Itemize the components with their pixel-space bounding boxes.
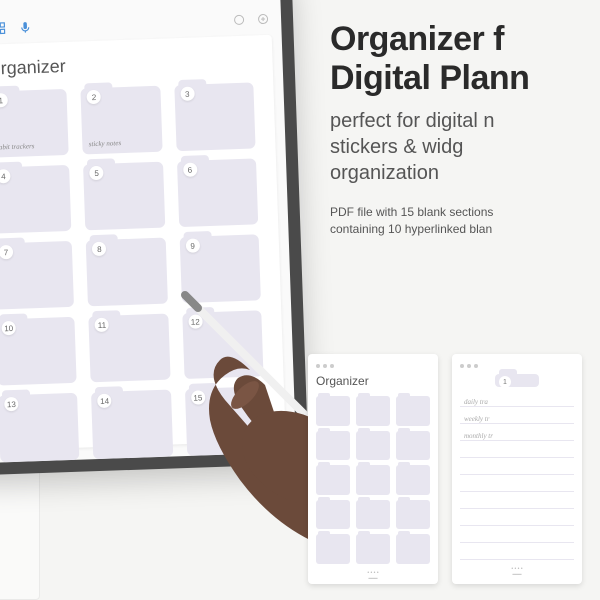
- headline: Organizer f Digital Plann: [330, 20, 600, 98]
- line-row: [460, 446, 574, 458]
- tablet-device-mockup: ••• ✕ Organizer 1 habit trackers 2 stick…: [0, 0, 309, 476]
- folder[interactable]: 12: [182, 311, 264, 380]
- folder[interactable]: 3: [174, 82, 256, 151]
- line-row: [460, 497, 574, 509]
- mini-folder: [316, 465, 350, 495]
- mini-folder: [316, 534, 350, 564]
- folder-number: 3: [180, 87, 194, 101]
- preview-title: Organizer: [316, 374, 430, 388]
- folder[interactable]: 11: [89, 314, 171, 383]
- mini-folder: [316, 396, 350, 426]
- tablet-screen: ••• ✕ Organizer 1 habit trackers 2 stick…: [0, 0, 296, 464]
- preview-thumbnails: Organizer • • • •━━━ 1 daily tra weekly t…: [308, 354, 582, 584]
- mini-folder: [396, 465, 430, 495]
- mini-folder: [396, 500, 430, 530]
- preview-folder-number: 1: [499, 376, 511, 388]
- folder[interactable]: 15: [185, 387, 267, 456]
- grid-icon[interactable]: [0, 21, 7, 35]
- mini-folder: [356, 396, 390, 426]
- pen-icon[interactable]: [202, 0, 216, 1]
- preview-footer: • • • •━━━: [460, 566, 574, 578]
- preview-section-page: 1 daily tra weekly tr monthly tr • • • •━━…: [452, 354, 582, 584]
- folder[interactable]: 5: [83, 162, 165, 231]
- page-title: Organizer: [0, 49, 253, 79]
- folder-grid: 1 habit trackers 2 sticky notes 3 4 5 6 …: [0, 82, 266, 462]
- mini-folder: [396, 396, 430, 426]
- mini-folder: [316, 500, 350, 530]
- folder-number: 6: [183, 163, 197, 177]
- folder[interactable]: 10: [0, 317, 77, 386]
- line-row: [460, 480, 574, 492]
- preview-folder-grid: [316, 396, 430, 564]
- preview-footer: • • • •━━━: [316, 570, 430, 582]
- folder[interactable]: 2 sticky notes: [81, 86, 163, 155]
- line-row: weekly tr: [460, 412, 574, 424]
- preview-organizer-page: Organizer • • • •━━━: [308, 354, 438, 584]
- circle-icon[interactable]: [233, 14, 245, 26]
- line-row: [460, 548, 574, 560]
- line-row: [460, 531, 574, 543]
- folder[interactable]: 13: [0, 393, 80, 462]
- folder[interactable]: 9: [179, 235, 261, 304]
- folder[interactable]: 4: [0, 165, 72, 234]
- mini-folder: [316, 431, 350, 461]
- folder[interactable]: 8: [86, 238, 168, 307]
- mini-folder: [356, 431, 390, 461]
- folder[interactable]: 6: [177, 159, 259, 228]
- mini-folder: [356, 534, 390, 564]
- preview-line-list: daily tra weekly tr monthly tr: [460, 395, 574, 560]
- line-row: [460, 514, 574, 526]
- line-row: monthly tr: [460, 429, 574, 441]
- mini-folder: [356, 465, 390, 495]
- folder[interactable]: 14: [91, 390, 173, 459]
- folder[interactable]: 7: [0, 241, 74, 310]
- organizer-page: Organizer 1 habit trackers 2 sticky note…: [0, 35, 286, 451]
- subheadline: perfect for digital n stickers & widg or…: [330, 108, 600, 186]
- preview-nav-dots: [460, 364, 574, 368]
- preview-nav-dots: [316, 364, 430, 368]
- folder[interactable]: 1 habit trackers: [0, 89, 69, 158]
- mini-folder: [396, 431, 430, 461]
- line-row: [460, 463, 574, 475]
- line-row: daily tra: [460, 395, 574, 407]
- mini-folder: [396, 534, 430, 564]
- add-icon[interactable]: [257, 13, 269, 25]
- mic-icon[interactable]: [18, 20, 32, 34]
- preview-folder-icon: 1: [495, 374, 539, 387]
- description: PDF file with 15 blank sections containi…: [330, 204, 600, 238]
- marketing-copy: Organizer f Digital Plann perfect for di…: [330, 20, 600, 238]
- mini-folder: [356, 500, 390, 530]
